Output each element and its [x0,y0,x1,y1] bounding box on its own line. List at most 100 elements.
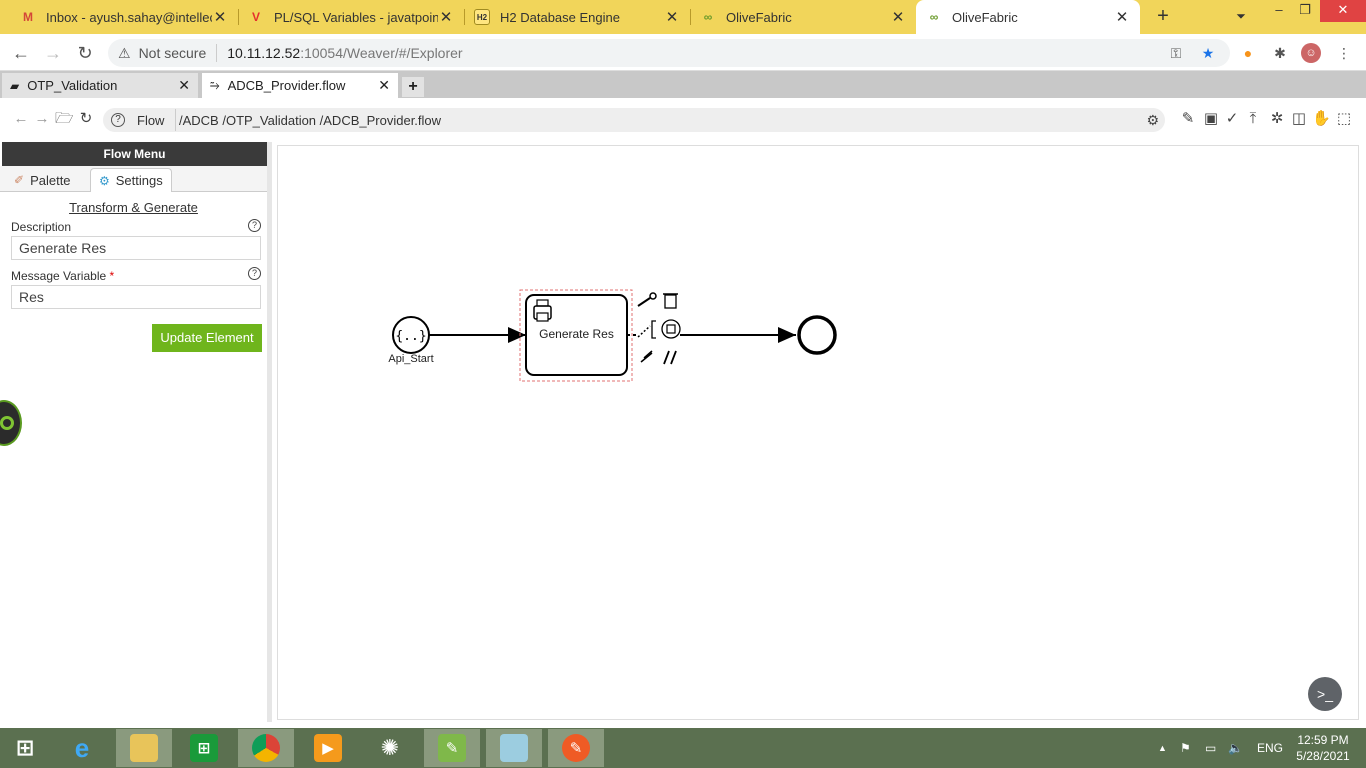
bitcoin-icon[interactable]: ● [1238,43,1258,63]
select-icon[interactable]: ⬚ [1335,110,1353,128]
open-folder-icon[interactable]: 🗁 [55,110,74,128]
key-icon[interactable]: ⚿ [1166,43,1186,63]
tab-palette[interactable]: ✐ Palette [6,168,79,192]
tab-label: Settings [115,173,163,188]
tray-expand-icon[interactable]: ▲ [1158,728,1167,768]
editor-tab-otp-validation[interactable]: ▰ OTP_Validation ✕ [2,73,198,98]
browser-tab-title: Inbox - ayush.sahay@intellect [46,9,212,25]
start-event-label: Api_Start [388,353,434,365]
taskbar-postman[interactable]: ✎ [548,729,604,767]
taskbar-media[interactable]: ▶ [300,729,356,767]
browser-tab-title: OliveFabric [952,9,1018,25]
folder-icon [130,734,158,762]
taskbar-store[interactable]: ⊞ [176,729,232,767]
help-icon[interactable]: ? [248,267,261,280]
language-indicator[interactable]: ENG [1257,728,1283,768]
taskbar-chrome[interactable] [238,729,294,767]
browser-tab-gmail[interactable]: M Inbox - ayush.sahay@intellect ✕ [10,0,238,34]
fan-icon: ✺ [380,735,400,760]
editor-tab-bar: ▰ OTP_Validation ✕ ⥲ ADCB_Provider.flow … [0,71,1366,98]
browser-tab-olivefabric-1[interactable]: ∞ OliveFabric ✕ [690,0,916,34]
taskbar-ie[interactable]: e [54,729,110,767]
section-title: Transform & Generate [69,200,198,215]
close-tab-icon[interactable]: ✕ [664,8,680,26]
chrome-icon [252,734,280,762]
taskbar-explorer[interactable] [116,729,172,767]
tab-search-icon[interactable]: ⏷ [1226,6,1256,28]
menu-icon[interactable]: ⋮ [1334,43,1354,63]
gear-icon[interactable]: ⚙ [1146,112,1159,129]
volume-icon[interactable]: 🔈 [1228,728,1243,768]
close-icon[interactable]: ✕ [378,77,390,94]
windows-taskbar: ⊞ e ⊞ ▶ ✺ ✎ ✎ ▲ ⚑ ▭ 🔈 ENG 12:59 PM 5/28/… [0,728,1366,768]
close-tab-icon[interactable]: ✕ [212,8,228,26]
description-label: Description [11,220,72,234]
olive-icon: ∞ [703,10,713,24]
deploy-icon[interactable]: ⤒ [1244,110,1262,128]
tab-settings[interactable]: ⚙ Settings [90,168,172,192]
store-icon: ⊞ [190,734,218,762]
profile-avatar[interactable]: ☺ [1301,43,1321,63]
help-icon[interactable]: ? [248,219,261,232]
validate-icon[interactable]: ✓ [1223,110,1241,128]
back-icon[interactable]: ← [10,42,32,64]
editor-toolbar: ← → 🗁 ↻ ? Flow /ADCB /OTP_Validation /ADC… [0,98,1366,142]
update-element-button[interactable]: Update Element [152,324,262,352]
new-tab-button[interactable]: + [1152,5,1174,27]
split-view-icon[interactable]: ◫ [1290,110,1308,128]
taskbar-notepad[interactable]: ✎ [424,729,480,767]
side-toggle-button[interactable] [0,400,22,446]
annotation-icon [663,350,677,365]
browser-tab-olivefabric-2[interactable]: ∞ OliveFabric ✕ [916,0,1140,34]
clock[interactable]: 12:59 PM 5/28/2021 [1290,732,1356,764]
taskbar-app-note[interactable] [486,729,542,767]
hand-icon[interactable]: ✋ [1312,110,1331,128]
wrench-icon [637,292,657,307]
notepad-icon: ✎ [438,734,466,762]
breadcrumb: /ADCB /OTP_Validation /ADCB_Provider.flo… [179,112,442,128]
start-button[interactable]: ⊞ [0,729,50,767]
panel-tabs: ✐ Palette ⚙ Settings [0,166,267,192]
description-field[interactable]: Generate Res [11,236,261,260]
browser-tab-title: PL/SQL Variables - javatpoint [274,9,438,25]
message-variable-label: Message Variable * [11,269,115,283]
clock-time: 12:59 PM [1297,733,1349,747]
network-icon[interactable]: ⚑ [1180,728,1191,768]
address-bar-row: ← → ↻ ⚠ Not secure 10.11.12.52:10054/Wea… [0,34,1366,71]
tab-label: Palette [30,172,71,188]
close-tab-icon[interactable]: ✕ [890,8,906,26]
star-icon[interactable]: ★ [1198,43,1218,63]
forward-icon[interactable]: → [33,110,51,128]
display-icon[interactable]: ▭ [1205,728,1216,768]
forward-icon[interactable]: → [42,42,64,64]
end-event-icon [661,319,681,339]
flow-canvas[interactable]: {..} Api_Start Generate Res [277,145,1359,720]
append-icon [640,350,653,363]
flow-diagram: {..} [392,289,837,382]
end-event[interactable] [797,315,837,355]
close-tab-icon[interactable]: ✕ [438,8,454,26]
close-tab-icon[interactable]: ✕ [1114,8,1130,26]
extensions-icon[interactable]: ✱ [1270,43,1290,63]
gmail-icon: M [23,10,33,24]
close-icon[interactable]: ✕ [178,77,190,94]
refresh-icon[interactable]: ↻ [77,110,95,128]
reload-icon[interactable]: ↻ [74,42,96,64]
add-tab-button[interactable]: + [402,77,424,97]
help-icon[interactable]: ? [111,113,125,127]
browser-tab-javatpoint[interactable]: V PL/SQL Variables - javatpoint ✕ [238,0,464,34]
close-window-button[interactable]: ✕ [1320,0,1366,22]
omnibox[interactable]: ⚠ Not secure 10.11.12.52:10054/Weaver/#/… [108,39,1230,67]
debug-icon[interactable]: ✲ [1268,110,1286,128]
editor-tab-adcb-provider[interactable]: ⥲ ADCB_Provider.flow ✕ [202,73,398,98]
maximize-button[interactable]: ❐ [1290,0,1320,22]
message-variable-field[interactable]: Res [11,285,261,309]
security-status: Not secure [138,45,207,61]
taskbar-app-fan[interactable]: ✺ [362,729,418,767]
back-icon[interactable]: ← [12,110,30,128]
postman-icon: ✎ [562,734,590,762]
console-button[interactable]: >_ [1308,677,1342,711]
edit-icon[interactable]: ✎ [1179,110,1197,128]
browser-tab-h2[interactable]: H2 H2 Database Engine ✕ [464,0,690,34]
save-icon[interactable]: ▣ [1202,110,1220,128]
